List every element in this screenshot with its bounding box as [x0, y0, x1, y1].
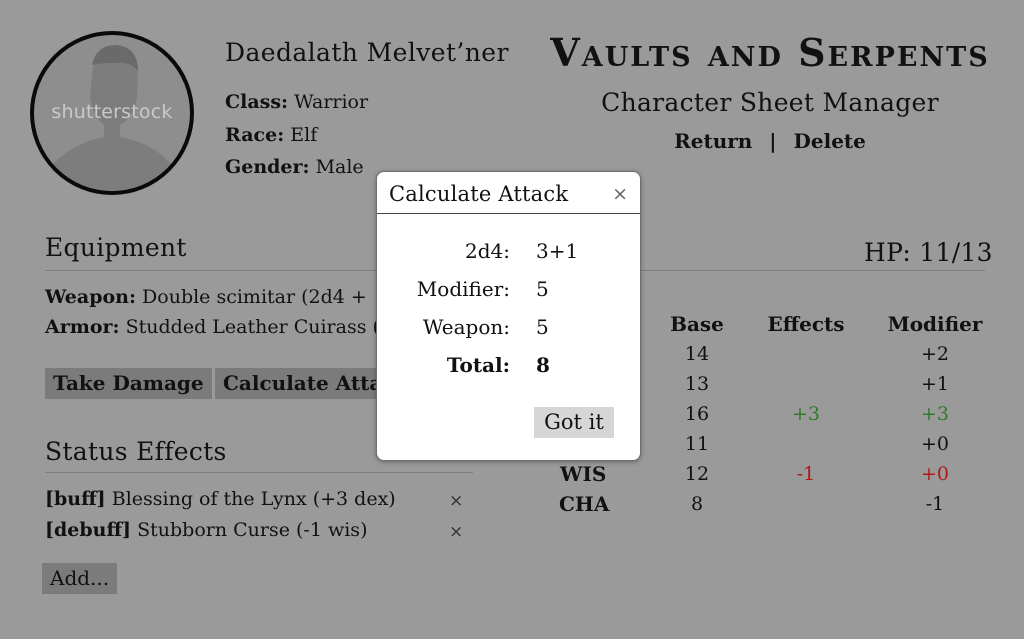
weapon-value: 5	[536, 315, 549, 339]
take-damage-button[interactable]: Take Damage	[45, 368, 212, 399]
stat-modifier: -1	[925, 493, 945, 515]
dialog-title: Calculate Attack	[389, 182, 569, 206]
status-text: Blessing of the Lynx (+3 dex)	[111, 488, 396, 510]
stat-modifier: +0	[920, 433, 949, 455]
stat-modifier: +2	[920, 343, 949, 365]
race-line: Race: Elf	[225, 124, 317, 146]
hp-value: HP: 11/13	[864, 238, 993, 267]
roll-label: 2d4:	[465, 239, 510, 263]
stat-effects: -1	[796, 463, 816, 485]
return-link[interactable]: Return	[674, 129, 752, 153]
weapon-label: Weapon:	[45, 286, 136, 308]
weapon-value: Double scimitar (2d4 +	[142, 286, 367, 308]
gender-value: Male	[315, 156, 364, 178]
weapon-line: Weapon: Double scimitar (2d4 +	[45, 286, 367, 308]
roll-value: 3+1	[536, 239, 579, 263]
status-item: [buff] Blessing of the Lynx (+3 dex)	[45, 488, 396, 510]
close-icon[interactable]: ×	[612, 183, 628, 205]
stat-base: 16	[684, 403, 710, 425]
stat-modifier: +0	[920, 463, 949, 485]
stat-modifier: +3	[920, 403, 949, 425]
stat-header-effects: Effects	[767, 312, 845, 336]
stat-header-base: Base	[670, 312, 724, 336]
remove-effect-icon[interactable]: ×	[449, 522, 463, 542]
status-divider	[45, 472, 473, 473]
class-value: Warrior	[294, 91, 369, 113]
stat-name-cha: CHA	[559, 492, 610, 516]
app-title: Vaults and Serpents	[550, 30, 990, 75]
character-avatar: shutterstock	[30, 31, 194, 195]
app-subtitle: Character Sheet Manager	[601, 88, 939, 117]
class-line: Class: Warrior	[225, 91, 368, 113]
armor-value: Studded Leather Cuirass (	[125, 316, 380, 338]
stat-base: 12	[684, 463, 710, 485]
stat-name-wis: WIS	[560, 462, 607, 486]
stat-modifier: +1	[920, 373, 949, 395]
status-effects-title: Status Effects	[45, 437, 227, 466]
delete-link[interactable]: Delete	[794, 129, 866, 153]
status-tag-debuff: [debuff]	[45, 519, 132, 541]
modifier-label: Modifier:	[416, 277, 510, 301]
class-label: Class:	[225, 91, 289, 113]
remove-effect-icon[interactable]: ×	[449, 491, 463, 511]
total-label: Total:	[446, 353, 510, 377]
gender-label: Gender:	[225, 156, 310, 178]
stat-header-modifier: Modifier	[887, 312, 983, 336]
calculate-attack-dialog: Calculate Attack × 2d4: 3+1 Modifier: 5 …	[376, 171, 641, 461]
nav-separator: |	[769, 129, 777, 153]
stat-base: 13	[684, 373, 710, 395]
character-name: Daedalath Melvet’ner	[225, 38, 509, 67]
weapon-label: Weapon:	[422, 315, 510, 339]
race-value: Elf	[290, 124, 318, 146]
gender-line: Gender: Male	[225, 156, 364, 178]
watermark-text: shutterstock	[51, 101, 173, 123]
header-nav: Return | Delete	[520, 129, 1020, 153]
stat-base: 11	[684, 433, 710, 455]
stat-base: 14	[684, 343, 710, 365]
calculate-attack-button[interactable]: Calculate Attac	[215, 368, 387, 399]
stat-base: 8	[690, 493, 704, 515]
armor-label: Armor:	[45, 316, 120, 338]
race-label: Race:	[225, 124, 285, 146]
total-value: 8	[536, 353, 550, 377]
status-text: Stubborn Curse (-1 wis)	[137, 519, 368, 541]
dialog-divider	[377, 213, 640, 214]
add-effect-button[interactable]: Add...	[42, 563, 118, 594]
armor-line: Armor: Studded Leather Cuirass (	[45, 316, 380, 338]
stat-effects: +3	[791, 403, 820, 425]
got-it-button[interactable]: Got it	[534, 407, 614, 438]
modifier-value: 5	[536, 277, 549, 301]
status-item: [debuff] Stubborn Curse (-1 wis)	[45, 519, 367, 541]
status-tag-buff: [buff]	[45, 488, 106, 510]
equipment-title: Equipment	[45, 233, 187, 262]
